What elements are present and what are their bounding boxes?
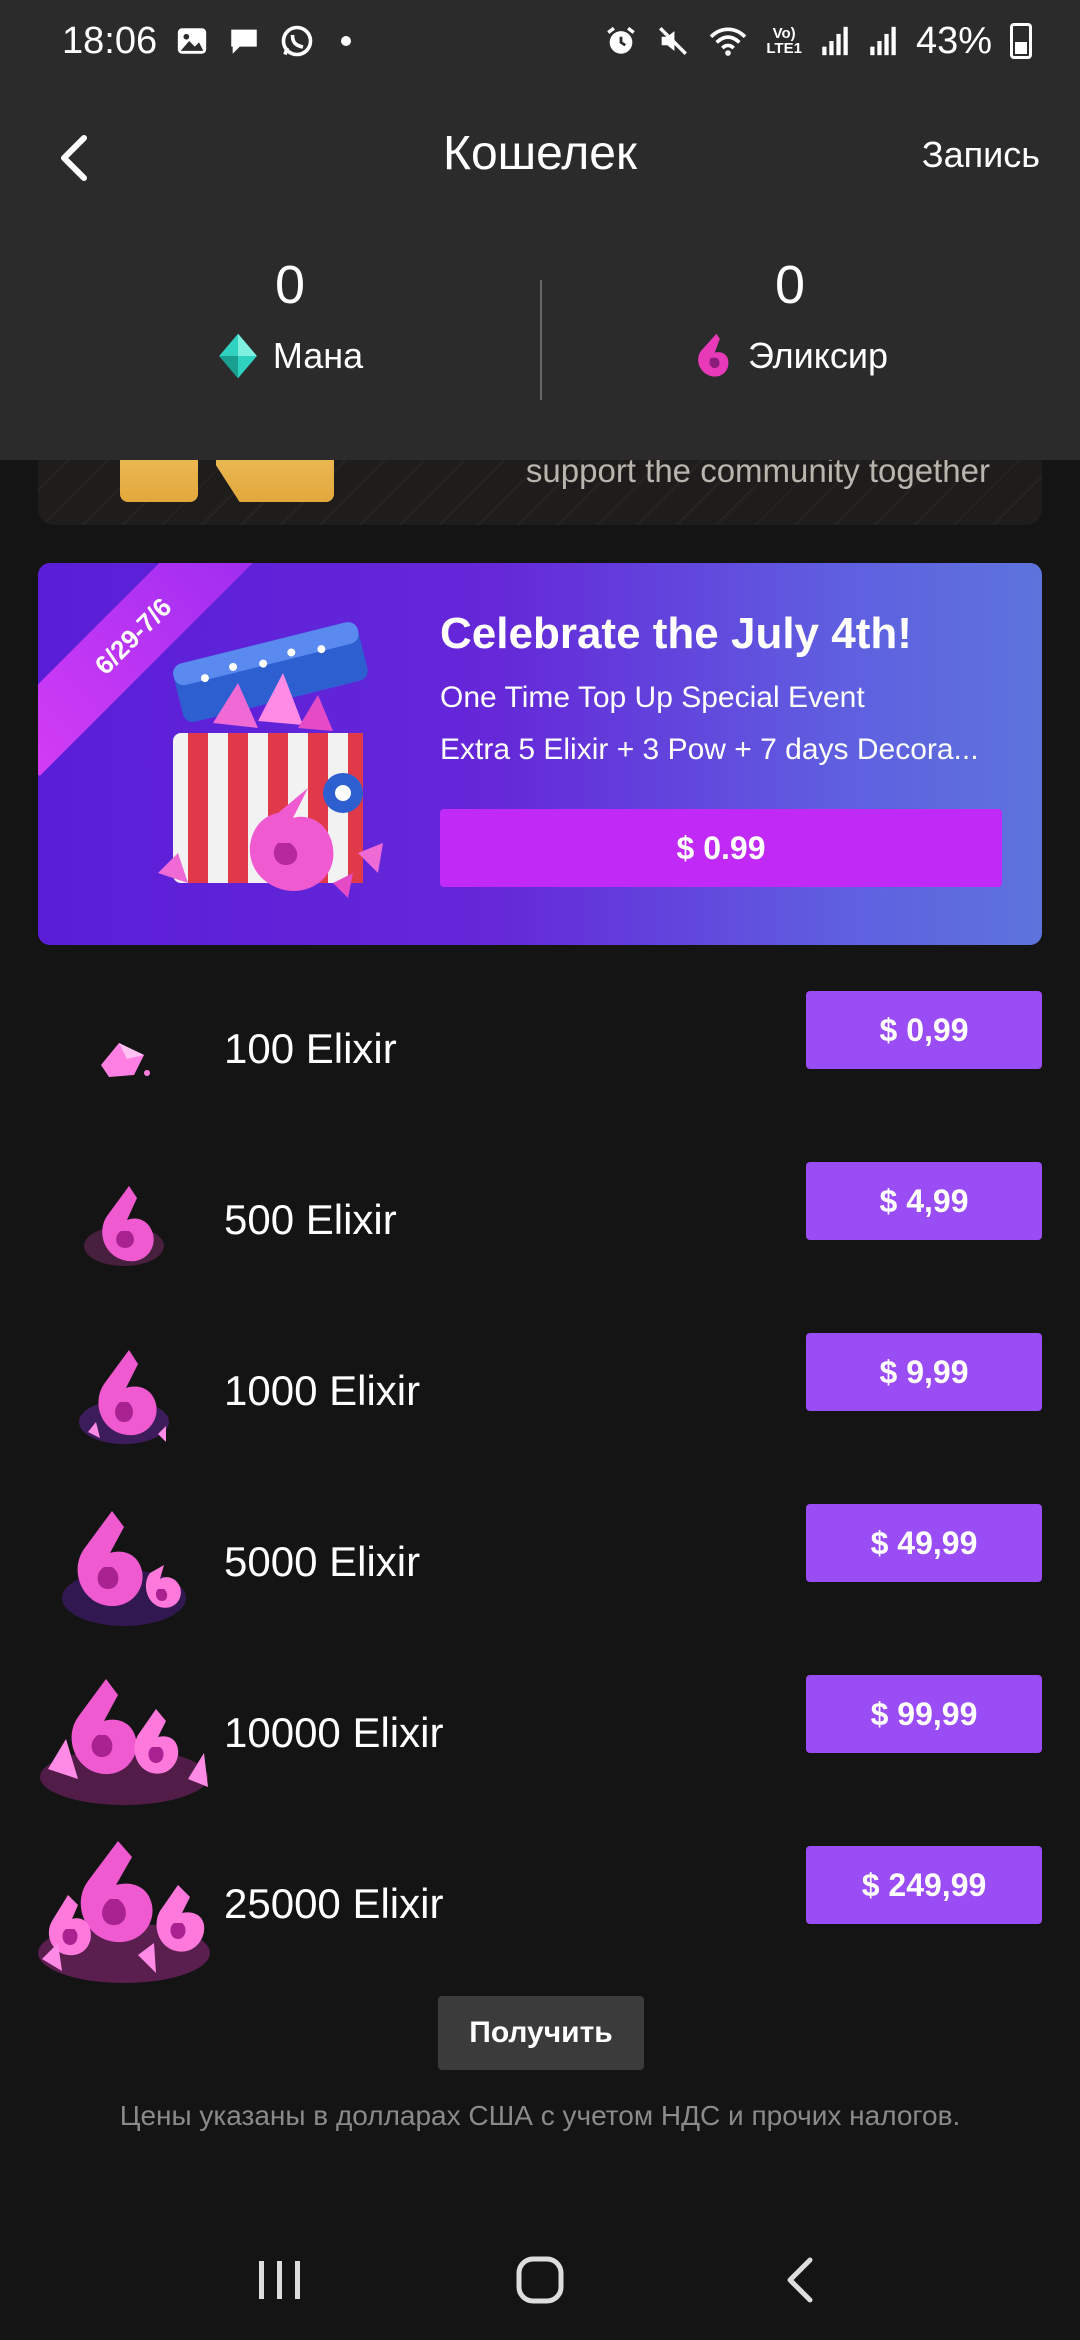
alarm-icon bbox=[604, 24, 638, 58]
pack-name: 100 Elixir bbox=[224, 1025, 397, 1072]
buy-button-10000[interactable]: $ 99,99 bbox=[806, 1675, 1042, 1753]
header: 18:06 Vo) LTE1 43% Кошелек Запись 0 Мана… bbox=[0, 0, 1080, 460]
elixir-crystal-icon bbox=[698, 333, 729, 377]
battery-percent: 43% bbox=[915, 19, 992, 62]
elixir-value: 0 bbox=[774, 255, 806, 315]
gift-box-icon bbox=[118, 603, 418, 923]
record-link[interactable]: Запись bbox=[922, 134, 1040, 176]
elixir-crystal-icon bbox=[38, 1146, 210, 1306]
title-bar: Кошелек Запись bbox=[0, 110, 1080, 200]
system-back-button[interactable] bbox=[755, 2235, 845, 2325]
buy-button-100[interactable]: $ 0,99 bbox=[806, 991, 1042, 1069]
mana-label: Мана bbox=[272, 335, 364, 376]
promo-buy-button[interactable]: $ 0.99 bbox=[440, 809, 1002, 887]
balances: 0 Мана 0 Эликсир bbox=[0, 250, 1080, 410]
mana-value: 0 bbox=[274, 255, 306, 315]
page-title: Кошелек bbox=[443, 127, 637, 180]
pack-name: 500 Elixir bbox=[224, 1196, 397, 1243]
elixir-crystals-icon bbox=[38, 1488, 210, 1648]
buy-button-25000[interactable]: $ 249,99 bbox=[806, 1846, 1042, 1924]
mute-icon bbox=[656, 24, 690, 58]
recent-apps-icon bbox=[259, 2261, 300, 2299]
mana-balance: 0 Мана bbox=[20, 250, 560, 380]
status-left: 18:06 bbox=[62, 19, 352, 63]
back-icon bbox=[787, 2257, 813, 2303]
elixir-crystals-icon bbox=[38, 1659, 210, 1819]
gallery-icon bbox=[175, 24, 209, 58]
elixir-label-row: Эликсир bbox=[520, 332, 1060, 380]
promo-description: Extra 5 Elixir + 3 Pow + 7 days Decora..… bbox=[440, 733, 979, 766]
pack-row-500[interactable]: 500 Elixir $ 4,99 bbox=[38, 1146, 1042, 1306]
promo-subtitle: One Time Top Up Special Event bbox=[440, 681, 865, 714]
pack-name: 25000 Elixir bbox=[224, 1880, 444, 1927]
price-disclaimer: Цены указаны в долларах США с учетом НДС… bbox=[119, 2100, 961, 2131]
pack-name: 10000 Elixir bbox=[224, 1709, 444, 1756]
promo-title: Celebrate the July 4th! bbox=[440, 609, 912, 658]
signal-icon bbox=[820, 24, 850, 58]
elixir-label: Эликсир bbox=[747, 335, 889, 376]
elixir-crystal-icon bbox=[38, 1317, 210, 1477]
buy-button-500[interactable]: $ 4,99 bbox=[806, 1162, 1042, 1240]
pack-row-100[interactable]: 100 Elixir $ 0,99 bbox=[38, 975, 1042, 1135]
promo-card[interactable]: 6/29-7/6 Celebrate the July 4th! One Tim… bbox=[38, 563, 1042, 945]
mana-gem-icon bbox=[218, 333, 257, 379]
system-nav-bar bbox=[0, 2220, 1080, 2340]
elixir-crystal-small-icon bbox=[38, 975, 210, 1135]
pack-name: 5000 Elixir bbox=[224, 1538, 421, 1585]
whatsapp-icon bbox=[279, 23, 315, 59]
pack-row-10000[interactable]: 10000 Elixir $ 99,99 bbox=[38, 1659, 1042, 1819]
message-icon bbox=[227, 24, 261, 58]
status-right: Vo) LTE1 43% bbox=[604, 20, 1032, 63]
buy-button-5000[interactable]: $ 49,99 bbox=[806, 1504, 1042, 1582]
dot-icon bbox=[341, 36, 352, 46]
pack-row-25000[interactable]: 25000 Elixir $ 249,99 bbox=[38, 1830, 1042, 1990]
pack-row-1000[interactable]: 1000 Elixir $ 9,99 bbox=[38, 1317, 1042, 1477]
volte-icon: Vo) LTE1 bbox=[766, 25, 802, 57]
recent-apps-button[interactable] bbox=[235, 2235, 325, 2325]
battery-icon bbox=[1010, 23, 1032, 59]
mana-label-row: Мана bbox=[20, 332, 560, 380]
pack-row-5000[interactable]: 5000 Elixir $ 49,99 bbox=[38, 1488, 1042, 1648]
status-bar: 18:06 Vo) LTE1 43% bbox=[0, 0, 1080, 82]
elixir-balance: 0 Эликсир bbox=[520, 250, 1060, 380]
home-button[interactable] bbox=[495, 2235, 585, 2325]
get-button[interactable]: Получить bbox=[438, 1996, 644, 2070]
buy-button-1000[interactable]: $ 9,99 bbox=[806, 1333, 1042, 1411]
pack-name: 1000 Elixir bbox=[224, 1367, 421, 1414]
signal-icon-2 bbox=[868, 24, 898, 58]
wifi-icon bbox=[708, 24, 748, 58]
status-time: 18:06 bbox=[62, 19, 158, 62]
elixir-crystals-icon bbox=[38, 1830, 210, 1990]
home-icon bbox=[516, 2256, 564, 2304]
